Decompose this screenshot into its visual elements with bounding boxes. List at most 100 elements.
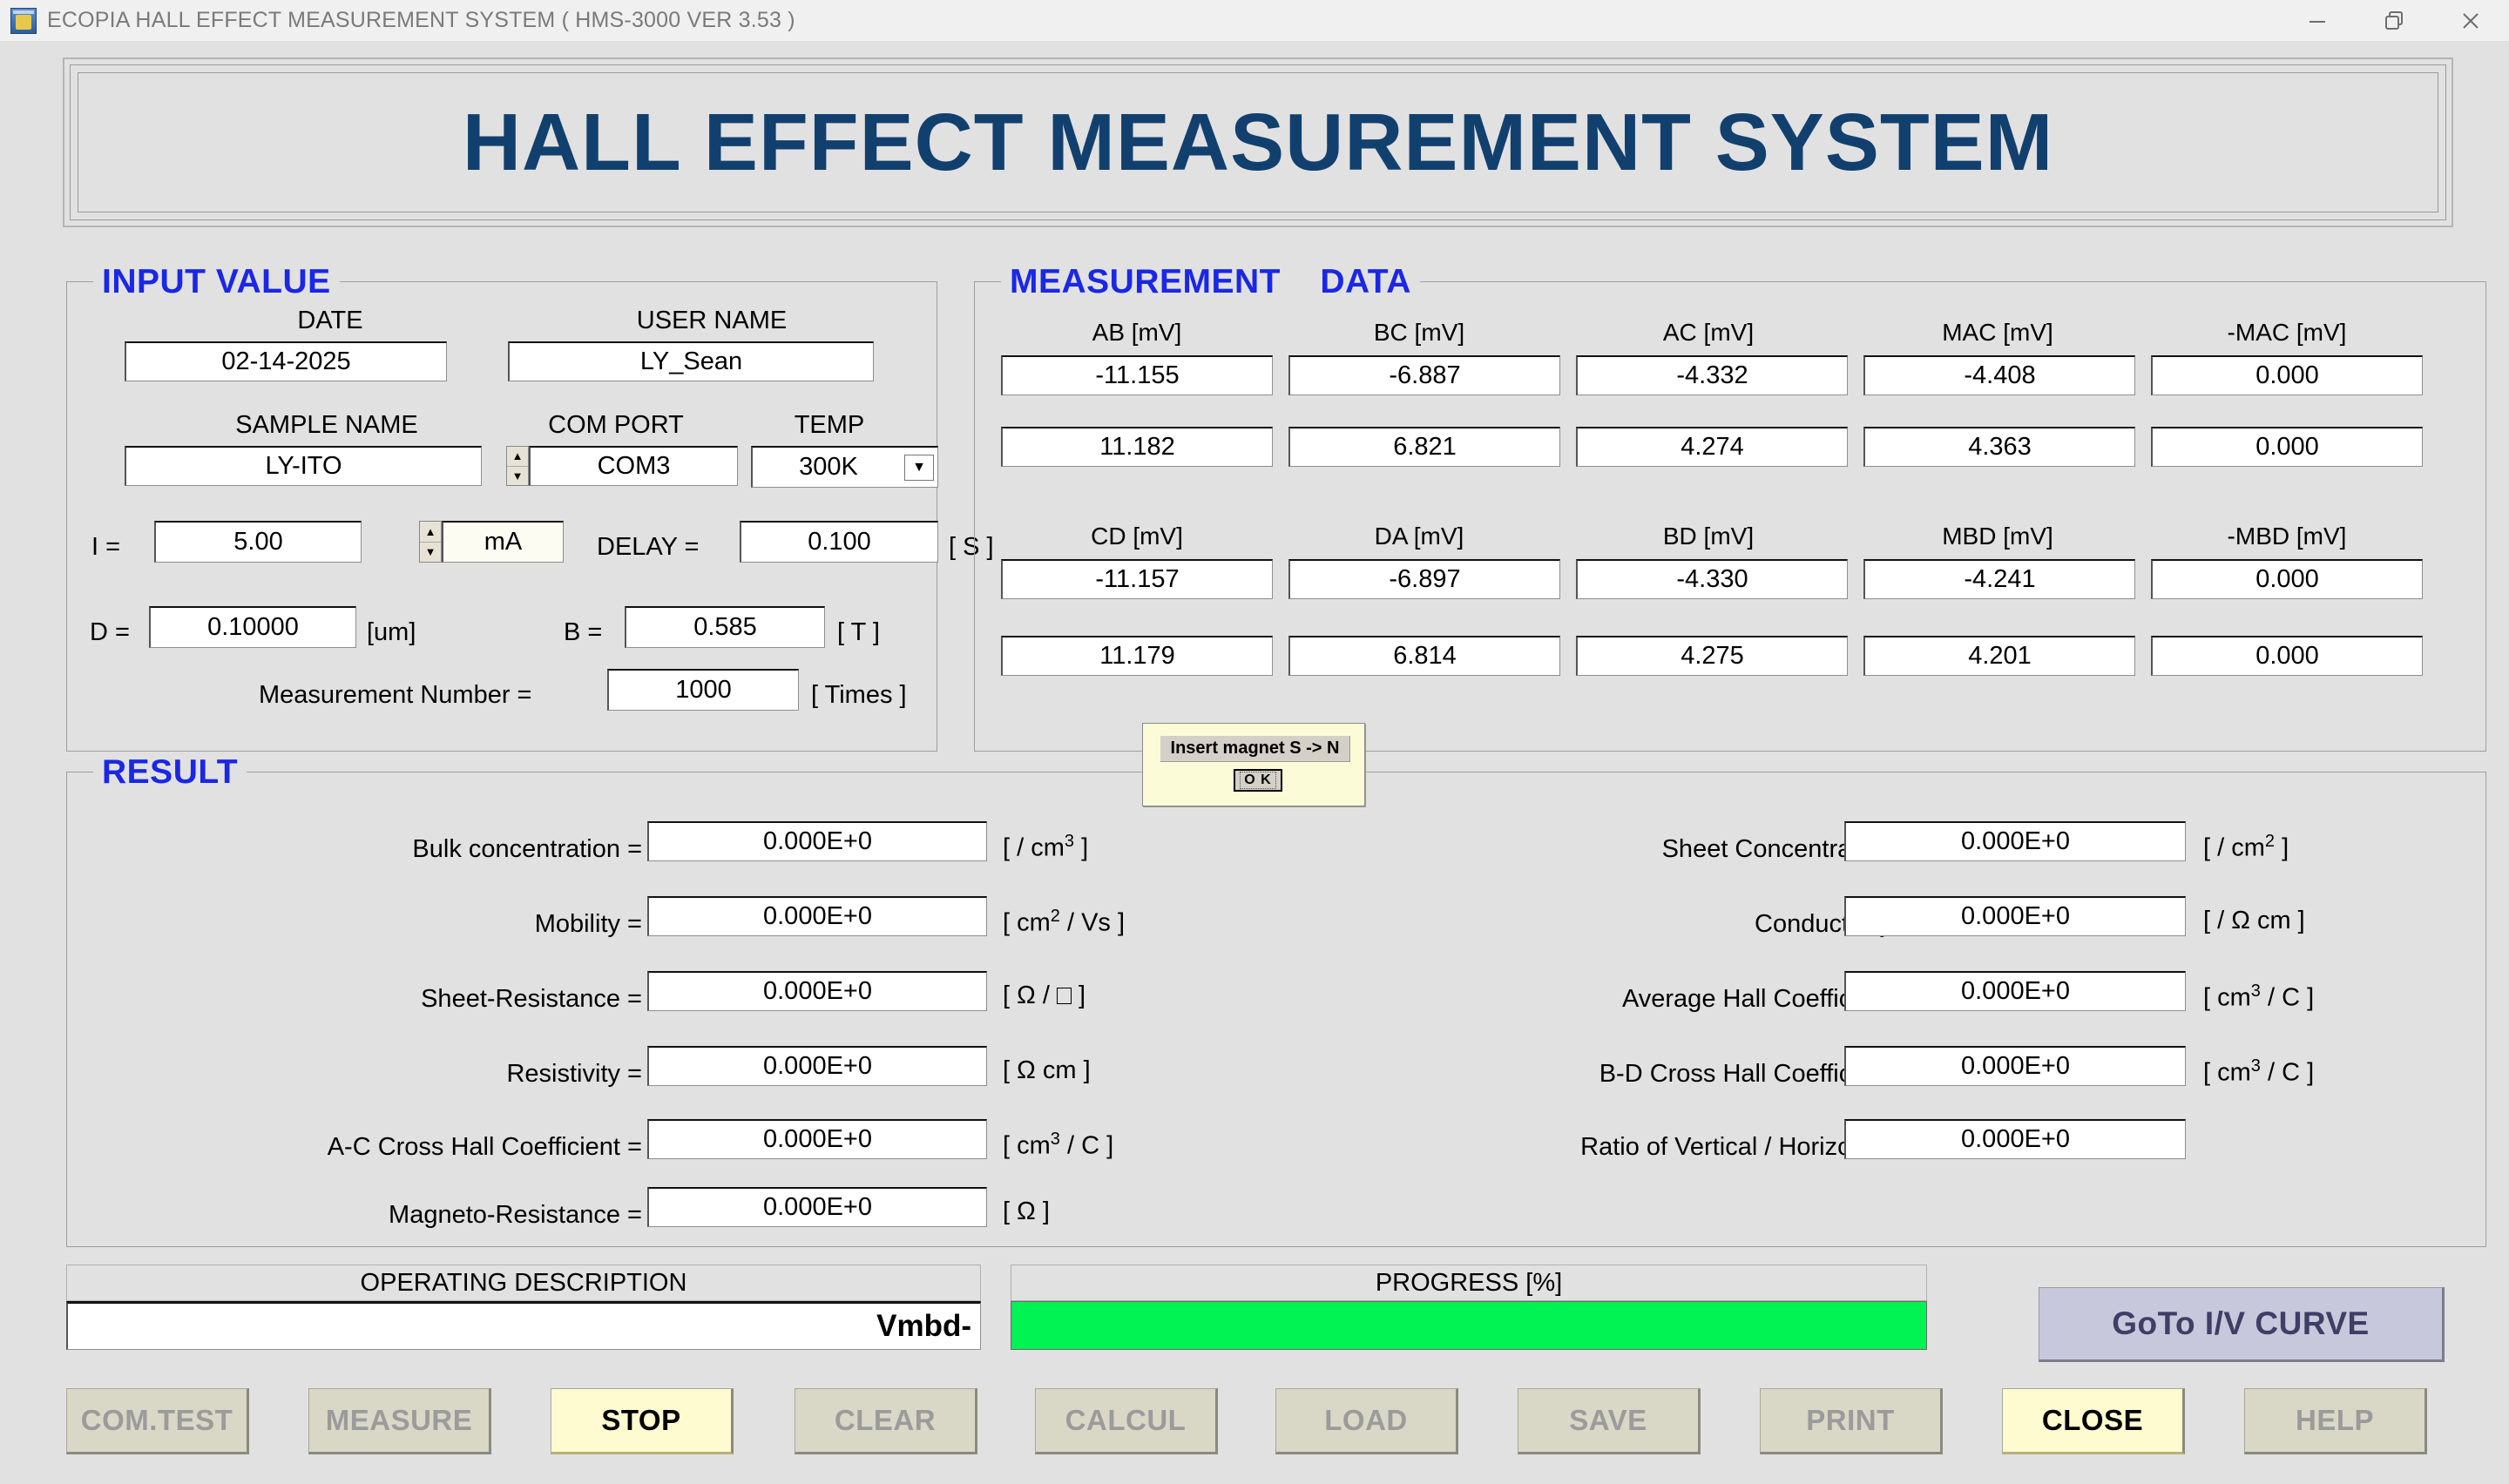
com-port-input[interactable]: COM3 [529,446,738,486]
measurement-cell: 4.274 [1576,427,1848,467]
banner-title: HALL EFFECT MEASUREMENT SYSTEM [462,97,2054,187]
measurement-legend-word2: DATA [1320,263,1411,300]
operating-description-value: Vmbd- [66,1301,981,1350]
unit-post: ] [1081,833,1089,862]
result-label-ratio-vertical-horizontal: Ratio of Vertical / Horizontal = [1580,1133,1914,1161]
minimize-icon[interactable] [2279,0,2356,42]
app-banner: HALL EFFECT MEASUREMENT SYSTEM [63,57,2453,227]
com-port-stepper-down[interactable]: ▼ [507,466,528,485]
measurement-header: MBD [mV] [1942,523,2053,550]
measurement-header: MAC [mV] [1942,319,2053,346]
stop-button[interactable]: STOP [551,1388,734,1454]
input-value-group: INPUT VALUE DATE 02-14-2025 USER NAME LY… [66,263,994,752]
current-unit-stepper[interactable]: ▲ ▼ [419,521,442,563]
measurement-header: AC [mV] [1662,319,1755,346]
field-unit-label: [ T ] [837,618,880,646]
unit-sup: 3 [1050,1130,1060,1149]
dialog-ok-label: O K [1240,772,1276,789]
result-label-mobility: Mobility = [534,910,642,938]
title-bar: ECOPIA HALL EFFECT MEASUREMENT SYSTEM ( … [0,0,2509,42]
result-value-average-hall: 0.000E+0 [1844,971,2186,1011]
print-button[interactable]: PRINT [1760,1388,1943,1454]
goto-iv-curve-button[interactable]: GoTo I/V CURVE [2039,1287,2445,1362]
unit-sup: 3 [2250,1056,2261,1076]
unit-pre: [ / cm [2203,833,2265,862]
measurement-cell: -11.155 [1001,355,1273,395]
progress-header: PROGRESS [%] [1011,1265,1927,1301]
unit-pre: [ / cm [1003,833,1065,862]
insert-magnet-dialog: Insert magnet S -> N O K [1142,723,1365,806]
clear-button[interactable]: CLEAR [795,1388,977,1454]
com-test-button[interactable]: COM.TEST [66,1388,249,1454]
current-unit-stepper-down[interactable]: ▼ [420,542,441,562]
measurement-cell: -4.408 [1863,355,2135,395]
measure-button[interactable]: MEASURE [308,1388,491,1454]
measurement-cell: -4.241 [1863,559,2135,599]
unit-post: / C ] [2267,983,2315,1012]
restore-icon[interactable] [2356,0,2432,42]
result-unit-sheet-concentration: [ / cm2 ] [2203,832,2289,863]
unit-sup: 2 [2264,832,2276,851]
chevron-down-icon[interactable]: ▼ [904,454,934,481]
load-button[interactable]: LOAD [1275,1388,1458,1454]
temp-select[interactable]: 300K ▼ [751,446,938,488]
thickness-input[interactable]: 0.10000 [149,606,356,648]
result-label-conductivity: Conductivity = [1755,910,1914,938]
measurement-number-unit-label: [ Times ] [811,681,907,709]
measurement-header: BD [mV] [1662,523,1755,550]
help-button[interactable]: HELP [2244,1388,2427,1454]
user-name-input[interactable]: LY_Sean [508,341,874,381]
thickness-label: D = [90,618,130,646]
unit-pre: [ cm [2203,983,2251,1012]
measurement-header: -MBD [mV] [2227,523,2347,550]
measurement-cell: -11.157 [1001,559,1273,599]
sample-name-input[interactable]: LY-ITO [125,446,482,486]
measurement-number-input[interactable]: 1000 [607,669,799,711]
field-input[interactable]: 0.585 [625,606,825,648]
date-input[interactable]: 02-14-2025 [125,341,447,381]
measurement-header: CD [mV] [1091,523,1183,550]
progress-bar-fill [1011,1302,1926,1349]
result-unit-ac-cross-hall: [ cm3 / C ] [1003,1130,1113,1161]
result-unit-sheet-resistance: [ Ω / ] [1003,981,1085,1010]
window-title: ECOPIA HALL EFFECT MEASUREMENT SYSTEM ( … [47,8,795,32]
delay-input[interactable]: 0.100 [740,521,938,563]
measurement-cell: 11.179 [1001,636,1273,676]
com-port-stepper-up[interactable]: ▲ [507,447,528,467]
measurement-cell: 6.821 [1288,427,1560,467]
measurement-data-legend: MEASUREMENT DATA [1001,263,1420,301]
close-icon[interactable] [2432,0,2509,42]
result-value-mobility: 0.000E+0 [647,896,987,936]
result-group: RESULT Bulk concentration = 0.000E+0 [ /… [66,753,2486,1247]
current-unit-field[interactable]: mA [442,521,564,563]
unit-sup: 2 [1050,907,1060,926]
current-unit-stepper-up[interactable]: ▲ [420,522,441,543]
thickness-unit-label: [um] [367,618,416,646]
measurement-cell: -6.897 [1288,559,1560,599]
measurement-cell: -4.332 [1576,355,1848,395]
input-value-legend: INPUT VALUE [93,263,340,301]
measurement-legend-word1: MEASUREMENT [1010,263,1282,300]
com-port-label: COM PORT [548,411,684,439]
unit-pre: [ cm [1003,908,1051,937]
result-label-magneto-resistance: Magneto-Resistance = [389,1201,642,1229]
current-input[interactable]: 5.00 [154,521,362,563]
result-label-average-hall: Average Hall Coefficient = [1621,985,1914,1013]
save-button[interactable]: SAVE [1518,1388,1701,1454]
com-port-stepper[interactable]: ▲ ▼ [506,446,529,486]
sample-name-label: SAMPLE NAME [235,411,418,439]
result-label-sheet-concentration: Sheet Concentration = [1661,835,1914,863]
calcul-button[interactable]: CALCUL [1035,1388,1218,1454]
measurement-cell: 4.275 [1576,636,1848,676]
square-symbol-icon [1056,988,1072,1004]
unit-post: ] [2282,833,2289,862]
unit-pre: [ cm [1003,1131,1051,1160]
result-value-magneto-resistance: 0.000E+0 [647,1187,987,1227]
unit-pre: [ cm [2203,1058,2251,1087]
close-button[interactable]: CLOSE [2002,1388,2185,1454]
measurement-number-label: Measurement Number = [259,681,532,709]
result-unit-bd-cross-hall: [ cm3 / C ] [2203,1056,2314,1088]
temp-label: TEMP [794,411,865,439]
measurement-cell: -6.887 [1288,355,1560,395]
dialog-ok-button[interactable]: O K [1234,769,1282,792]
